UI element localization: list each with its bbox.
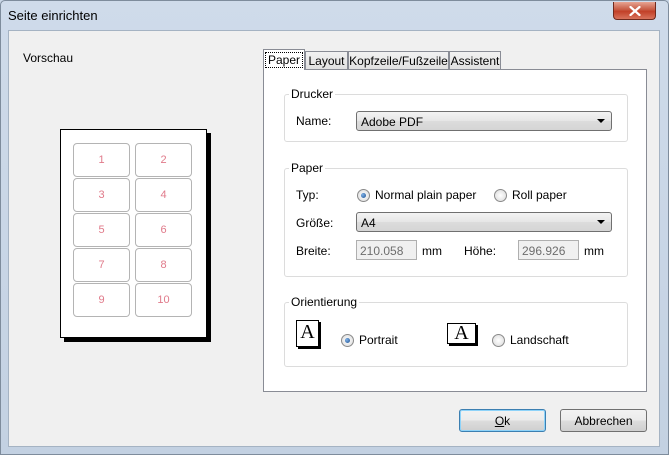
chevron-down-icon [597, 119, 605, 123]
paper-type-label: Typ: [296, 188, 319, 202]
orientation-group: Orientierung A Portrait A Landschaft [284, 295, 628, 367]
close-icon [628, 5, 641, 16]
window-title: Seite einrichten [8, 8, 98, 23]
tab-paper[interactable]: Paper [263, 49, 305, 70]
ok-button[interactable]: Ok [459, 409, 546, 432]
paper-group: Paper Typ: Normal plain paper Roll paper… [284, 161, 628, 277]
preview-label-cell: 9 [73, 283, 130, 317]
orientation-portrait-radio[interactable] [341, 334, 354, 347]
landscape-page-icon: A [447, 323, 476, 344]
preview-label-cell: 4 [135, 178, 192, 212]
tab-header-footer[interactable]: Kopfzeile/Fußzeile [348, 51, 449, 69]
preview-label-cell: 10 [135, 283, 192, 317]
paper-height-unit: mm [584, 244, 604, 258]
tab-layout[interactable]: Layout [305, 51, 348, 69]
paper-width-field[interactable]: 210.058 [356, 240, 417, 260]
paper-width-label: Breite: [296, 244, 331, 258]
printer-group: Drucker Name: Adobe PDF [284, 87, 628, 142]
printer-group-title: Drucker [289, 87, 336, 101]
title-bar[interactable]: Seite einrichten [1, 1, 668, 30]
orientation-portrait-label[interactable]: Portrait [359, 333, 398, 347]
paper-size-label: Größe: [296, 216, 334, 230]
preview-label-cell: 7 [73, 248, 130, 282]
paper-group-title: Paper [289, 161, 326, 175]
paper-size-select[interactable]: A4 [356, 212, 612, 232]
dialog-window: Seite einrichten Vorschau 1 2 3 4 5 6 7 … [0, 0, 669, 455]
orientation-group-title: Orientierung [289, 295, 360, 309]
paper-height-label: Höhe: [464, 244, 497, 258]
paper-tab-panel: Drucker Name: Adobe PDF Paper Typ: Norma… [263, 69, 647, 392]
paper-height-field[interactable]: 296.926 [518, 240, 579, 260]
dialog-client-area: Vorschau 1 2 3 4 5 6 7 8 9 10 Paper Layo… [8, 30, 660, 447]
chevron-down-icon [597, 220, 605, 224]
preview-label-cell: 1 [73, 143, 130, 177]
preview-label-cell: 2 [135, 143, 192, 177]
paper-type-roll-radio[interactable] [494, 189, 507, 202]
paper-type-normal-radio[interactable] [357, 189, 370, 202]
orientation-landscape-label[interactable]: Landschaft [510, 333, 569, 347]
printer-name-label: Name: [296, 114, 332, 128]
preview-page: 1 2 3 4 5 6 7 8 9 10 [60, 129, 207, 338]
paper-type-roll-label[interactable]: Roll paper [512, 188, 567, 202]
printer-name-select[interactable]: Adobe PDF [356, 111, 612, 131]
cancel-button[interactable]: Abbrechen [560, 409, 647, 432]
orientation-landscape-radio[interactable] [492, 334, 505, 347]
tab-assistant[interactable]: Assistent [449, 51, 501, 69]
preview-label-cell: 5 [73, 213, 130, 247]
preview-label-cell: 3 [73, 178, 130, 212]
close-button[interactable] [613, 2, 656, 20]
paper-width-unit: mm [422, 244, 442, 258]
preview-label-cell: 8 [135, 248, 192, 282]
preview-label: Vorschau [23, 51, 74, 65]
portrait-page-icon: A [296, 320, 319, 347]
paper-type-normal-label[interactable]: Normal plain paper [375, 188, 476, 202]
preview-label-cell: 6 [135, 213, 192, 247]
